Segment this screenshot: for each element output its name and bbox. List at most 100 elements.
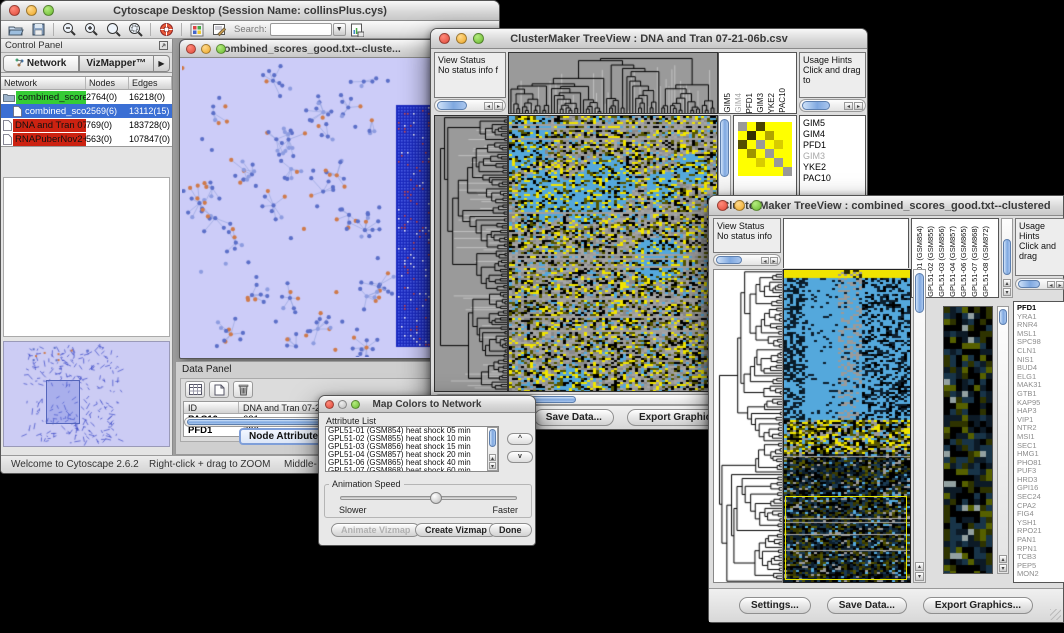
search-dropdown-arrow[interactable]: ▼: [333, 23, 346, 36]
animate-vizmap-button[interactable]: Animate Vizmap: [331, 523, 420, 537]
delete-attribute-trash-icon[interactable]: [233, 381, 253, 398]
usage-hints-title: Usage Hints: [803, 55, 865, 65]
annotation-icon[interactable]: [208, 22, 230, 38]
minimize-button[interactable]: [456, 33, 467, 44]
report-icon[interactable]: [346, 22, 368, 38]
correlation-thumbnail[interactable]: [738, 122, 792, 176]
network-graph-canvas[interactable]: [182, 59, 437, 357]
save-data-button[interactable]: Save Data...: [827, 597, 907, 614]
export-graphics-button[interactable]: Export Graphics...: [923, 597, 1033, 614]
close-button[interactable]: [439, 33, 450, 44]
view-status-scrollbar[interactable]: ◂ ▸: [713, 254, 781, 266]
resize-grip[interactable]: [1050, 609, 1061, 620]
zoom-fit-icon[interactable]: [102, 22, 124, 38]
col-network: Network: [1, 77, 86, 89]
network-row[interactable]: RNAPuberNov2+563(0)107847(0): [1, 132, 172, 146]
heatmap-thumbnail[interactable]: [943, 306, 993, 574]
network-table-header[interactable]: Network Nodes Edges: [1, 77, 172, 90]
tab-vizmapper-label: VizMapper™: [86, 58, 146, 69]
thumbnail-cell: [774, 140, 783, 149]
thumbnail-cell: [738, 131, 747, 140]
network-row[interactable]: DNA and Tran 07769(0)183728(0): [1, 118, 172, 132]
attribute-item[interactable]: GPL51-07 (GSM868) heat shock 60 min: [326, 467, 498, 472]
thumbnail-cell: [783, 149, 792, 158]
zoom-out-icon[interactable]: [58, 22, 80, 38]
main-titlebar[interactable]: Cytoscape Desktop (Session Name: collins…: [1, 1, 499, 21]
column-label: PFD1: [744, 93, 755, 113]
attribute-table-icon[interactable]: [185, 381, 205, 398]
view-status-panel: View Status No status info f: [434, 52, 506, 98]
float-panel-icon[interactable]: [159, 41, 168, 50]
move-down-button[interactable]: v: [507, 451, 533, 463]
row-dendrogram[interactable]: [434, 115, 508, 392]
zoom-button[interactable]: [473, 33, 484, 44]
tab-network[interactable]: Network: [3, 55, 79, 72]
search-input[interactable]: [270, 23, 332, 36]
window-controls: [9, 5, 54, 16]
tab-vizmapper[interactable]: VizMapper™: [79, 55, 155, 72]
usage-hints-scrollbar[interactable]: ◂ ▸: [799, 99, 866, 112]
attribute-list[interactable]: GPL51-01 (GSM854) heat shock 05 minGPL51…: [325, 426, 499, 472]
network-row[interactable]: combined_sco2569(6)13112(15): [1, 104, 172, 118]
heatmap-vscrollbar[interactable]: ▴ ▾: [913, 269, 926, 583]
control-panel-tabs: Network VizMapper™ ▶: [1, 53, 172, 73]
animation-speed-slider[interactable]: [340, 496, 517, 500]
treeview1-titlebar[interactable]: ClusterMaker TreeView : DNA and Tran 07-…: [431, 29, 867, 49]
done-button[interactable]: Done: [489, 523, 532, 537]
move-up-button[interactable]: ^: [507, 433, 533, 445]
close-button[interactable]: [717, 200, 728, 211]
zoom-selected-icon[interactable]: [124, 22, 146, 38]
dialog-titlebar[interactable]: Map Colors to Network: [319, 396, 535, 413]
minimize-button[interactable]: [734, 200, 745, 211]
column-dendrogram[interactable]: [508, 52, 718, 114]
new-attribute-icon[interactable]: [209, 381, 229, 398]
close-button[interactable]: [9, 5, 20, 16]
zoom-button[interactable]: [43, 5, 54, 16]
page-icon: [3, 134, 12, 145]
thumbnail-cell: [765, 140, 774, 149]
zoom-button[interactable]: [751, 200, 762, 211]
thumbnail-cell: [765, 167, 774, 176]
settings-button[interactable]: Settings...: [739, 597, 811, 614]
minimize-button[interactable]: [201, 44, 211, 54]
thumbnail-cell: [747, 149, 756, 158]
vizmapper-icon[interactable]: [186, 22, 208, 38]
thumbnail-cell: [738, 167, 747, 176]
save-icon[interactable]: [27, 22, 49, 38]
column-dendrogram-area[interactable]: [783, 218, 909, 268]
thumbnail-cell: [774, 122, 783, 131]
close-button[interactable]: [186, 44, 196, 54]
network-name: RNAPuberNov2+: [13, 133, 86, 146]
zoom-in-icon[interactable]: [80, 22, 102, 38]
heatmap-main[interactable]: [508, 115, 718, 392]
edges-count: 107847(0): [129, 134, 172, 144]
network-name: combined_scores: [16, 91, 86, 104]
view-status-scrollbar[interactable]: ◂ ▸: [434, 99, 506, 112]
thumbnail-cell: [738, 140, 747, 149]
zoom-button[interactable]: [351, 400, 360, 409]
network-view-titlebar[interactable]: combined_scores_good.txt--cluste...: [180, 40, 439, 58]
network-row[interactable]: combined_scores2764(0)16218(0): [1, 90, 172, 104]
thumbnail-cell: [783, 122, 792, 131]
help-lifering-icon[interactable]: [155, 22, 177, 38]
treeview2-buttonbar: Settings... Save Data... Export Graphics..…: [709, 588, 1063, 622]
tab-overflow-arrow[interactable]: ▶: [154, 55, 170, 72]
treeview2-titlebar[interactable]: ClusterMaker TreeView : combined_scores_…: [709, 196, 1063, 216]
heatmap-selection-rect[interactable]: [785, 496, 907, 580]
usage-hints-scrollbar[interactable]: ◂ ▸: [1015, 278, 1064, 290]
close-button[interactable]: [325, 400, 334, 409]
save-data-button[interactable]: Save Data...: [534, 409, 614, 426]
attribute-list-scrollbar[interactable]: ▴ ▾: [487, 427, 498, 471]
open-folder-icon[interactable]: [5, 22, 27, 38]
minimize-button[interactable]: [26, 5, 37, 16]
thumbnail-vscrollbar[interactable]: ▴ ▾: [997, 306, 1009, 574]
navigator-viewport-rect[interactable]: [46, 380, 80, 424]
minimize-button[interactable]: [338, 400, 347, 409]
column-labels-scrollbar[interactable]: ▴ ▾: [1001, 218, 1013, 298]
row-dendrogram[interactable]: [713, 269, 783, 583]
thumbnail-cell: [783, 131, 792, 140]
network-overview-navigator[interactable]: [3, 341, 170, 447]
slider-thumb[interactable]: [430, 492, 442, 504]
create-vizmap-button[interactable]: Create Vizmap: [415, 523, 497, 537]
zoom-button[interactable]: [216, 44, 226, 54]
